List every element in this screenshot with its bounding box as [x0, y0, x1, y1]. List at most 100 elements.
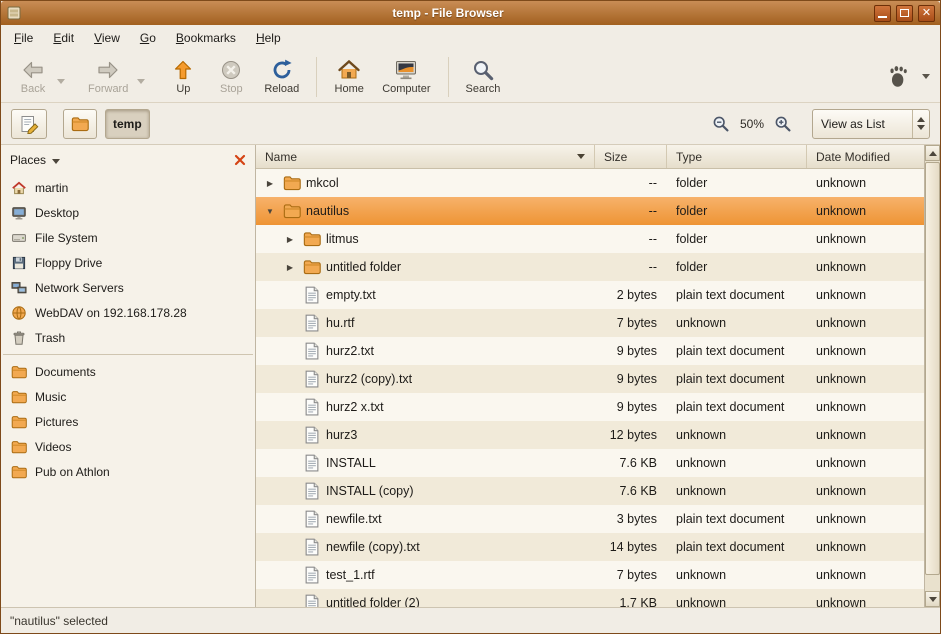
- size-cell: 14 bytes: [595, 533, 667, 561]
- type-cell: plain text document: [667, 505, 807, 533]
- text-file-icon: [303, 482, 321, 500]
- size-cell: 2 bytes: [595, 281, 667, 309]
- file-name: mkcol: [306, 176, 339, 190]
- expander-icon[interactable]: [262, 179, 278, 188]
- menu-bookmarks[interactable]: Bookmarks: [167, 27, 245, 49]
- table-row[interactable]: hurz2 (copy).txt 9 bytes plain text docu…: [256, 365, 924, 393]
- table-row[interactable]: INSTALL (copy) 7.6 KB unknown unknown: [256, 477, 924, 505]
- name-cell: newfile (copy).txt: [256, 533, 595, 561]
- sidebar-item-label: File System: [35, 231, 98, 245]
- location-bar: temp 50% View as List: [1, 103, 940, 145]
- text-file-icon: [303, 454, 321, 472]
- column-header-size[interactable]: Size: [595, 145, 667, 168]
- search-button[interactable]: Search: [457, 55, 510, 98]
- sidebar-item-desktop[interactable]: Desktop: [1, 200, 255, 225]
- file-name: nautilus: [306, 204, 349, 218]
- table-row[interactable]: INSTALL 7.6 KB unknown unknown: [256, 449, 924, 477]
- menu-view[interactable]: View: [85, 27, 129, 49]
- sidebar-item-pub-on-athlon[interactable]: Pub on Athlon: [1, 459, 255, 484]
- name-cell: untitled folder (2): [256, 589, 595, 607]
- date-cell: unknown: [807, 337, 924, 365]
- chevron-down-icon: [52, 159, 60, 164]
- scroll-up-button[interactable]: [925, 145, 940, 161]
- menu-help[interactable]: Help: [247, 27, 290, 49]
- table-row[interactable]: nautilus -- folder unknown: [256, 197, 924, 225]
- stop-button[interactable]: Stop: [207, 55, 255, 98]
- expander-icon[interactable]: [282, 263, 298, 272]
- close-sidebar-button[interactable]: [234, 154, 246, 166]
- table-row[interactable]: hurz2.txt 9 bytes plain text document un…: [256, 337, 924, 365]
- table-row[interactable]: hurz2 x.txt 9 bytes plain text document …: [256, 393, 924, 421]
- table-row[interactable]: litmus -- folder unknown: [256, 225, 924, 253]
- table-row[interactable]: mkcol -- folder unknown: [256, 169, 924, 197]
- name-cell: empty.txt: [256, 281, 595, 309]
- forward-button[interactable]: Forward: [79, 55, 137, 98]
- column-header-date[interactable]: Date Modified: [807, 145, 924, 168]
- name-cell: litmus: [256, 225, 595, 253]
- column-header-type[interactable]: Type: [667, 145, 807, 168]
- zoom-in-button[interactable]: [774, 115, 792, 133]
- type-cell: folder: [667, 225, 807, 253]
- sidebar-item-music[interactable]: Music: [1, 384, 255, 409]
- vertical-scrollbar[interactable]: [924, 145, 940, 607]
- table-row[interactable]: empty.txt 2 bytes plain text document un…: [256, 281, 924, 309]
- date-cell: unknown: [807, 281, 924, 309]
- table-row[interactable]: untitled folder -- folder unknown: [256, 253, 924, 281]
- type-cell: plain text document: [667, 393, 807, 421]
- menu-go[interactable]: Go: [131, 27, 165, 49]
- menu-file[interactable]: File: [5, 27, 42, 49]
- up-button[interactable]: Up: [159, 55, 207, 98]
- back-history-dropdown[interactable]: [57, 79, 65, 84]
- back-button[interactable]: Back: [9, 55, 57, 98]
- table-row[interactable]: hurz3 12 bytes unknown unknown: [256, 421, 924, 449]
- edit-location-icon: [19, 114, 39, 134]
- expander-icon[interactable]: [282, 235, 298, 244]
- scrollbar-thumb[interactable]: [925, 162, 940, 575]
- path-current-button[interactable]: temp: [105, 109, 150, 139]
- sidebar-item-network-servers[interactable]: Network Servers: [1, 275, 255, 300]
- table-row[interactable]: newfile (copy).txt 14 bytes plain text d…: [256, 533, 924, 561]
- sidebar-item-file-system[interactable]: File System: [1, 225, 255, 250]
- sidebar-item-floppy-drive[interactable]: Floppy Drive: [1, 250, 255, 275]
- zoom-out-button[interactable]: [712, 115, 730, 133]
- table-row[interactable]: test_1.rtf 7 bytes unknown unknown: [256, 561, 924, 589]
- minimize-button[interactable]: [874, 5, 891, 22]
- name-cell: hurz3: [256, 421, 595, 449]
- table-row[interactable]: untitled folder (2) 1.7 KB unknown unkno…: [256, 589, 924, 607]
- sidebar-item-trash[interactable]: Trash: [1, 325, 255, 350]
- reload-button[interactable]: Reload: [255, 55, 308, 98]
- scroll-down-button[interactable]: [925, 591, 940, 607]
- date-cell: unknown: [807, 169, 924, 197]
- maximize-button[interactable]: [896, 5, 913, 22]
- titlebar[interactable]: temp - File Browser ✕: [1, 1, 940, 25]
- home-button[interactable]: Home: [325, 55, 373, 98]
- computer-button[interactable]: Computer: [373, 55, 439, 98]
- sidebar-item-videos[interactable]: Videos: [1, 434, 255, 459]
- table-row[interactable]: newfile.txt 3 bytes plain text document …: [256, 505, 924, 533]
- sidebar-item-webdav-on-192-168-178-28[interactable]: WebDAV on 192.168.178.28: [1, 300, 255, 325]
- menu-edit[interactable]: Edit: [44, 27, 83, 49]
- sidebar-item-martin[interactable]: martin: [1, 175, 255, 200]
- type-cell: unknown: [667, 477, 807, 505]
- column-header-name[interactable]: Name: [256, 145, 595, 168]
- path-root-button[interactable]: [63, 109, 97, 139]
- sidebar-item-pictures[interactable]: Pictures: [1, 409, 255, 434]
- folder-icon: [283, 174, 301, 192]
- size-cell: --: [595, 253, 667, 281]
- expander-icon[interactable]: [262, 207, 278, 216]
- sidebar-item-documents[interactable]: Documents: [1, 359, 255, 384]
- name-cell: newfile.txt: [256, 505, 595, 533]
- edit-location-button[interactable]: [11, 109, 47, 139]
- table-row[interactable]: hu.rtf 7 bytes unknown unknown: [256, 309, 924, 337]
- path-current-label: temp: [113, 117, 142, 131]
- view-mode-select[interactable]: View as List: [812, 109, 930, 139]
- places-header[interactable]: Places: [1, 145, 255, 175]
- type-cell: folder: [667, 197, 807, 225]
- file-name: hurz2 (copy).txt: [326, 372, 412, 386]
- toolbar-overflow-button[interactable]: [922, 74, 930, 79]
- size-cell: 9 bytes: [595, 337, 667, 365]
- statusbar: "nautilus" selected: [1, 607, 940, 633]
- forward-history-dropdown[interactable]: [137, 79, 145, 84]
- scrollbar-track[interactable]: [925, 161, 940, 591]
- close-button[interactable]: ✕: [918, 5, 935, 22]
